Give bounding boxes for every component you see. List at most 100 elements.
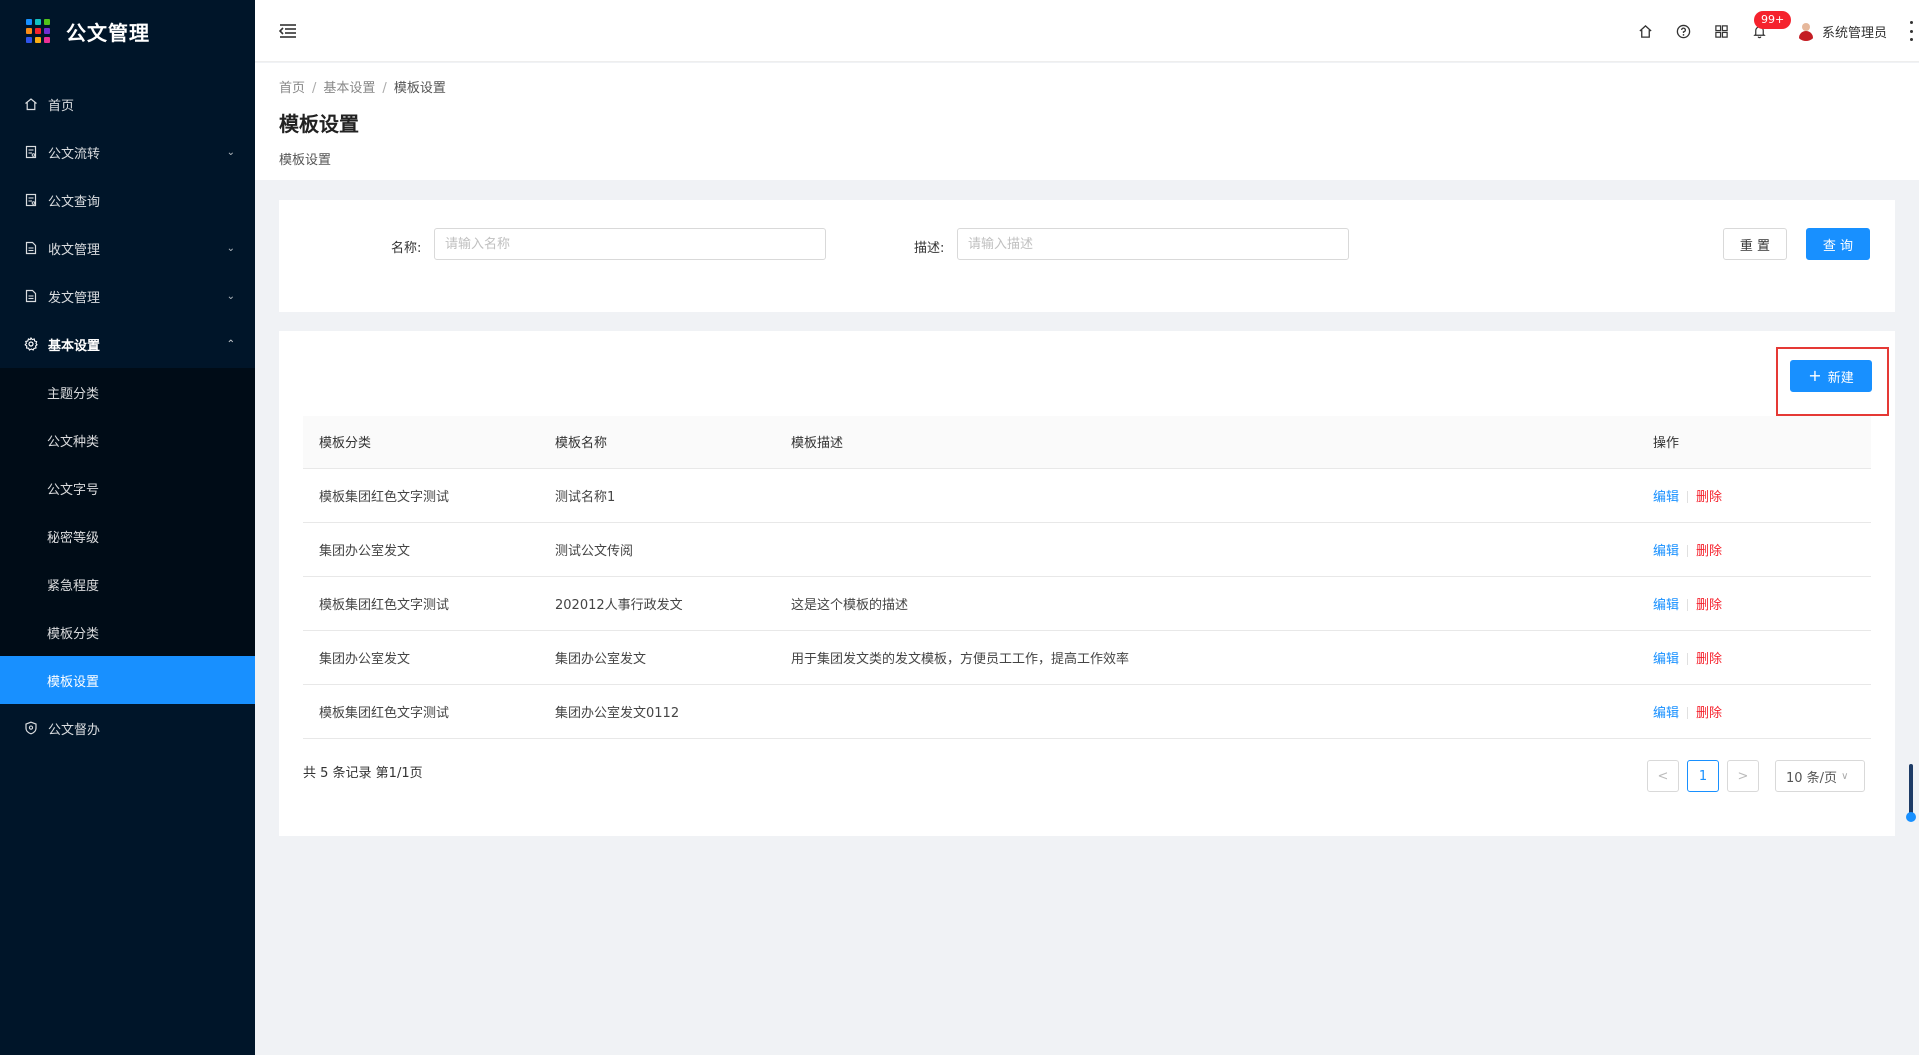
edit-link[interactable]: 编辑 [1653, 706, 1679, 721]
sidebar-subitem[interactable]: 模板设置 [0, 656, 255, 704]
chevron-up-icon: ⌃ [226, 338, 235, 350]
home-icon [24, 97, 38, 111]
menu-collapse-icon[interactable] [279, 21, 299, 41]
cell-desc [775, 684, 1637, 739]
sidebar-item[interactable]: 公文查询 [0, 176, 255, 224]
chevron-down-icon: ⌄ [226, 242, 235, 254]
apps-grid-icon [26, 19, 50, 43]
page-header: 首页 / 基本设置 / 模板设置 模板设置 模板设置 [255, 63, 1919, 180]
help-icon[interactable] [1676, 23, 1692, 39]
cell-category: 模板集团红色文字测试 [303, 468, 539, 523]
total-records: 共 5 条记录 第1/1页 [303, 766, 423, 781]
reset-button[interactable]: 重 置 [1723, 228, 1787, 260]
sidebar-item-label: 公文流转 [48, 146, 101, 162]
delete-link[interactable]: 删除 [1696, 544, 1722, 559]
edit-link[interactable]: 编辑 [1653, 598, 1679, 613]
doc-icon [24, 145, 38, 159]
cell-actions: 编辑 删除 [1637, 522, 1871, 577]
scroll-indicator[interactable] [1906, 764, 1916, 822]
page-size-select[interactable]: 10 条/页 ∨ [1775, 760, 1865, 792]
home-icon[interactable] [1638, 23, 1654, 39]
page-1-button[interactable]: 1 [1687, 760, 1719, 792]
settings-submenu: 主题分类 公文种类 公文字号 秘密等级 紧急程度 模板分类 模板设置 [0, 368, 255, 704]
col-category: 模板分类 [303, 416, 539, 469]
sidebar-item-label: 公文督办 [48, 722, 101, 738]
prev-page-button[interactable]: < [1647, 760, 1679, 792]
col-name: 模板名称 [539, 416, 775, 469]
col-actions: 操作 [1637, 416, 1871, 469]
sidebar-item-label: 首页 [48, 98, 75, 114]
sidebar-item[interactable]: 公文督办 [0, 704, 255, 752]
table-row: 模板集团红色文字测试 测试名称1 编辑 删除 [303, 468, 1871, 523]
logo: 公文管理 [0, 0, 255, 62]
table-card: + 新建 模板分类 模板名称 模板描述 操作 模板集团红色文字测试 测试名称1 编辑… [279, 331, 1895, 836]
sidebar: 公文管理 首页 公文流转 ⌄ 公文查询 收文管理 ⌄ 发文管理 ⌄ 基本设置 ⌃ 主题分类 公文种类公… [0, 0, 255, 1055]
cell-name: 集团办公室发文 [539, 630, 775, 685]
cell-name: 集团办公室发文0112 [539, 684, 775, 739]
gear-icon [24, 337, 38, 351]
sidebar-subitem[interactable]: 公文种类 [0, 416, 255, 464]
breadcrumb-item-home[interactable]: 首页 [279, 81, 305, 96]
app-title: 公文管理 [66, 20, 150, 45]
delete-link[interactable]: 删除 [1696, 598, 1722, 613]
new-button-label: 新建 [1827, 370, 1854, 386]
table-row: 模板集团红色文字测试 202012人事行政发文 这是这个模板的描述 编辑 删除 [303, 576, 1871, 631]
next-page-button[interactable]: > [1727, 760, 1759, 792]
cell-actions: 编辑 删除 [1637, 684, 1871, 739]
user-name: 系统管理员 [1821, 25, 1887, 41]
sidebar-subitem[interactable]: 主题分类 [0, 368, 255, 416]
doc-icon [24, 193, 38, 207]
sidebar-item[interactable]: 公文流转 ⌄ [0, 128, 255, 176]
sidebar-item-label: 收文管理 [48, 242, 101, 258]
page-subtitle: 模板设置 [279, 153, 332, 168]
cell-name: 测试名称1 [539, 468, 775, 523]
table-header-row: 模板分类 模板名称 模板描述 操作 [303, 416, 1871, 469]
file-icon [24, 241, 38, 255]
edit-link[interactable]: 编辑 [1653, 652, 1679, 667]
delete-link[interactable]: 删除 [1696, 490, 1722, 505]
notification-badge: 99+ [1753, 11, 1792, 29]
page-title: 模板设置 [279, 112, 359, 136]
sidebar-item[interactable]: 发文管理 ⌄ [0, 272, 255, 320]
file-icon [24, 289, 38, 303]
desc-label: 描述: [914, 241, 945, 256]
breadcrumb: 首页 / 基本设置 / 模板设置 [279, 81, 446, 96]
top-header: 99+ 系统管理员 [255, 0, 1919, 62]
new-button[interactable]: + 新建 [1790, 360, 1872, 392]
sidebar-item[interactable]: 收文管理 ⌄ [0, 224, 255, 272]
delete-link[interactable]: 删除 [1696, 706, 1722, 721]
edit-link[interactable]: 编辑 [1653, 544, 1679, 559]
sidebar-subitem[interactable]: 模板分类 [0, 608, 255, 656]
sidebar-subitem[interactable]: 紧急程度 [0, 560, 255, 608]
cell-name: 202012人事行政发文 [539, 576, 775, 631]
desc-input[interactable] [957, 228, 1349, 260]
cell-name: 测试公文传阅 [539, 522, 775, 577]
col-desc: 模板描述 [775, 416, 1637, 469]
cell-category: 集团办公室发文 [303, 630, 539, 685]
edit-link[interactable]: 编辑 [1653, 490, 1679, 505]
query-button[interactable]: 查 询 [1806, 228, 1870, 260]
cell-desc [775, 522, 1637, 577]
cell-category: 模板集团红色文字测试 [303, 684, 539, 739]
breadcrumb-item-current: 模板设置 [393, 81, 446, 96]
user-menu[interactable]: 系统管理员 [1795, 21, 1887, 41]
breadcrumb-item-settings[interactable]: 基本设置 [323, 81, 375, 96]
name-input[interactable] [434, 228, 826, 260]
sidebar-subitem[interactable]: 秘密等级 [0, 512, 255, 560]
page-size-value: 10 条/页 [1786, 770, 1838, 786]
delete-link[interactable]: 删除 [1696, 652, 1722, 667]
bell-icon[interactable]: 99+ [1752, 11, 1792, 39]
search-form: 名称: 描述: 重 置 查 询 [279, 200, 1895, 312]
apps-icon[interactable] [1714, 23, 1730, 39]
side-menu: 首页 公文流转 ⌄ 公文查询 收文管理 ⌄ 发文管理 ⌄ 基本设置 ⌃ 主题分类 公文种类 公文字号 秘密… [0, 80, 255, 752]
sidebar-subitem[interactable]: 公文字号 [0, 464, 255, 512]
cell-desc: 用于集团发文类的发文模板，方便员工工作，提高工作效率 [775, 630, 1637, 685]
chevron-down-icon: ⌄ [226, 290, 235, 302]
table-row: 模板集团红色文字测试 集团办公室发文0112 编辑 删除 [303, 684, 1871, 739]
sidebar-item[interactable]: 首页 [0, 80, 255, 128]
sidebar-item-label: 公文查询 [48, 194, 101, 210]
cell-actions: 编辑 删除 [1637, 576, 1871, 631]
more-vertical-icon[interactable] [1909, 21, 1913, 41]
sidebar-item[interactable]: 基本设置 ⌃ [0, 320, 255, 368]
template-table: 模板分类 模板名称 模板描述 操作 模板集团红色文字测试 测试名称1 编辑 删除 集团办… [303, 416, 1871, 739]
